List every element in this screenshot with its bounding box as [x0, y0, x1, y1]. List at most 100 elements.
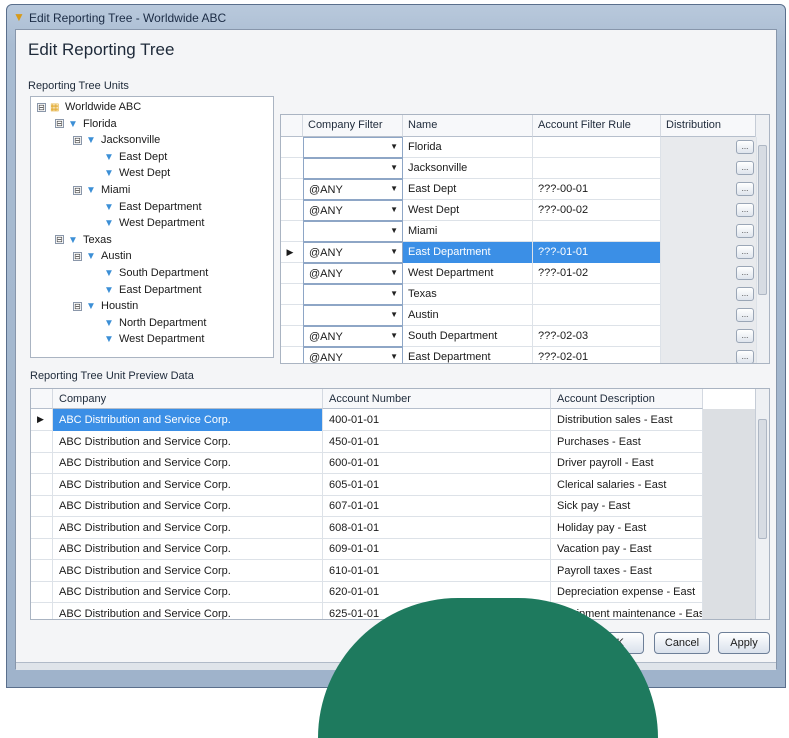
distribution-browse-button[interactable]: ... [736, 287, 754, 301]
company-filter-dropdown[interactable]: @ANY ▼ [303, 242, 403, 263]
account-filter-rule-cell[interactable]: ???-00-02 [533, 200, 661, 221]
grid-row[interactable]: @ANY ▼ East Dept ???-00-01... [281, 179, 757, 200]
account-description-cell[interactable]: Vacation pay - East [551, 538, 703, 560]
tree-node[interactable]: ⊟ ▼ Texas [55, 234, 112, 246]
row-selector-icon[interactable]: ▶ [281, 242, 299, 263]
company-filter-dropdown[interactable]: ▼ [303, 305, 403, 326]
preview-row-selector-icon[interactable] [31, 516, 53, 539]
grid-scrollbar[interactable] [755, 115, 769, 363]
company-filter-dropdown[interactable]: ▼ [303, 284, 403, 305]
tree-node[interactable]: ▼ East Dept [91, 151, 167, 163]
unit-name-cell[interactable]: East Dept [403, 179, 533, 200]
grid-row[interactable]: ▼ Jacksonville... [281, 158, 757, 179]
grid-row[interactable]: ▼ Florida... [281, 137, 757, 158]
account-number-cell[interactable]: 607-01-01 [323, 495, 551, 517]
tree-node[interactable]: ⊟ ▼ Florida [55, 118, 117, 130]
unit-name-cell[interactable]: Miami [403, 221, 533, 242]
company-cell[interactable]: ABC Distribution and Service Corp. [53, 430, 323, 453]
tree-node[interactable]: ▼ South Department [91, 267, 208, 279]
dropdown-arrow-icon[interactable]: ▼ [390, 142, 398, 151]
distribution-browse-button[interactable]: ... [736, 203, 754, 217]
company-filter-dropdown[interactable]: ▼ [303, 137, 403, 158]
dropdown-arrow-icon[interactable]: ▼ [390, 184, 398, 193]
grid-row[interactable]: ▼ Miami... [281, 221, 757, 242]
distribution-browse-button[interactable]: ... [736, 161, 754, 175]
account-number-cell[interactable]: 450-01-01 [323, 430, 551, 453]
preview-row[interactable]: ABC Distribution and Service Corp. 620-01… [31, 581, 703, 603]
distribution-browse-button[interactable]: ... [736, 224, 754, 238]
tree-node[interactable]: ⊟ ▼ Jacksonville [73, 134, 160, 146]
account-number-cell[interactable]: 400-01-01 [323, 409, 551, 431]
preview-row-selector-icon[interactable] [31, 473, 53, 496]
distribution-browse-button[interactable]: ... [736, 245, 754, 259]
account-number-cell[interactable]: 605-01-01 [323, 473, 551, 496]
account-filter-rule-cell[interactable] [533, 158, 661, 179]
preview-row[interactable]: ABC Distribution and Service Corp. 625-01… [31, 602, 703, 619]
grid-row[interactable]: ▼ Texas... [281, 284, 757, 305]
unit-name-cell[interactable]: West Department [403, 263, 533, 284]
tree-node[interactable]: ⊟ ▼ Houstin [73, 300, 138, 312]
dropdown-arrow-icon[interactable]: ▼ [390, 289, 398, 298]
row-selector-icon[interactable] [281, 347, 299, 363]
account-description-cell[interactable]: Clerical salaries - East [551, 473, 703, 496]
tree-node[interactable]: ▼ West Department [91, 217, 204, 229]
grid-row[interactable]: @ANY ▼ South Department ???-02-03... [281, 326, 757, 347]
account-filter-rule-cell[interactable] [533, 284, 661, 305]
preview-row[interactable]: ABC Distribution and Service Corp. 605-01… [31, 473, 703, 496]
account-filter-rule-cell[interactable]: ???-01-02 [533, 263, 661, 284]
preview-scrollbar[interactable] [755, 389, 769, 619]
row-selector-icon[interactable] [281, 179, 299, 200]
distribution-browse-button[interactable]: ... [736, 182, 754, 196]
company-cell[interactable]: ABC Distribution and Service Corp. [53, 559, 323, 582]
tree-node[interactable]: ⊟ ▦ Worldwide ABC [37, 101, 141, 113]
unit-name-cell[interactable]: Texas [403, 284, 533, 305]
unit-name-cell[interactable]: South Department [403, 326, 533, 347]
preview-row[interactable]: ▶ ABC Distribution and Service Corp. 400-0… [31, 409, 703, 431]
dropdown-arrow-icon[interactable]: ▼ [390, 247, 398, 256]
company-cell[interactable]: ABC Distribution and Service Corp. [53, 516, 323, 539]
row-selector-icon[interactable] [281, 326, 299, 347]
expand-collapse-icon[interactable]: ⊟ [73, 185, 82, 195]
account-filter-rule-cell[interactable] [533, 221, 661, 242]
grid-row[interactable]: @ANY ▼ West Dept ???-00-02... [281, 200, 757, 221]
company-cell[interactable]: ABC Distribution and Service Corp. [53, 538, 323, 560]
dropdown-arrow-icon[interactable]: ▼ [390, 268, 398, 277]
grid-header-distribution[interactable]: Distribution [661, 115, 757, 137]
account-description-cell[interactable]: Depreciation expense - East [551, 581, 703, 603]
company-filter-dropdown[interactable]: @ANY ▼ [303, 200, 403, 221]
preview-row-selector-icon[interactable] [31, 581, 53, 603]
company-filter-dropdown[interactable]: ▼ [303, 221, 403, 242]
tree-node[interactable]: ▼ East Department [91, 201, 202, 213]
account-description-cell[interactable]: Payroll taxes - East [551, 559, 703, 582]
dropdown-arrow-icon[interactable]: ▼ [390, 205, 398, 214]
preview-row[interactable]: ABC Distribution and Service Corp. 608-01… [31, 516, 703, 539]
preview-row[interactable]: ABC Distribution and Service Corp. 609-01… [31, 538, 703, 560]
tree-node[interactable]: ▼ West Dept [91, 167, 170, 179]
preview-row-selector-icon[interactable] [31, 559, 53, 582]
company-filter-dropdown[interactable]: @ANY ▼ [303, 326, 403, 347]
row-selector-icon[interactable] [281, 200, 299, 221]
tree-node[interactable]: ▼ West Department [91, 333, 204, 345]
preview-row-selector-icon[interactable] [31, 430, 53, 453]
account-description-cell[interactable]: Sick pay - East [551, 495, 703, 517]
preview-header-account-number[interactable]: Account Number [323, 389, 551, 409]
preview-row-selector-icon[interactable] [31, 452, 53, 474]
account-description-cell[interactable]: Holiday pay - East [551, 516, 703, 539]
expand-collapse-icon[interactable]: ⊟ [37, 102, 46, 112]
grid-row[interactable]: @ANY ▼ West Department ???-01-02... [281, 263, 757, 284]
preview-row-selector-icon[interactable] [31, 602, 53, 619]
distribution-browse-button[interactable]: ... [736, 266, 754, 280]
grid-header-name[interactable]: Name [403, 115, 533, 137]
row-selector-icon[interactable] [281, 221, 299, 242]
account-description-cell[interactable]: Driver payroll - East [551, 452, 703, 474]
account-filter-rule-cell[interactable]: ???-01-01 [533, 242, 661, 263]
expand-collapse-icon[interactable]: ⊟ [55, 235, 64, 245]
dropdown-arrow-icon[interactable]: ▼ [390, 352, 398, 361]
unit-name-cell[interactable]: East Department [403, 347, 533, 363]
distribution-browse-button[interactable]: ... [736, 329, 754, 343]
tree-node[interactable]: ⊟ ▼ Austin [73, 250, 132, 262]
row-selector-icon[interactable] [281, 284, 299, 305]
dropdown-arrow-icon[interactable]: ▼ [390, 163, 398, 172]
company-filter-dropdown[interactable]: @ANY ▼ [303, 263, 403, 284]
preview-row-selector-icon[interactable]: ▶ [31, 409, 53, 431]
